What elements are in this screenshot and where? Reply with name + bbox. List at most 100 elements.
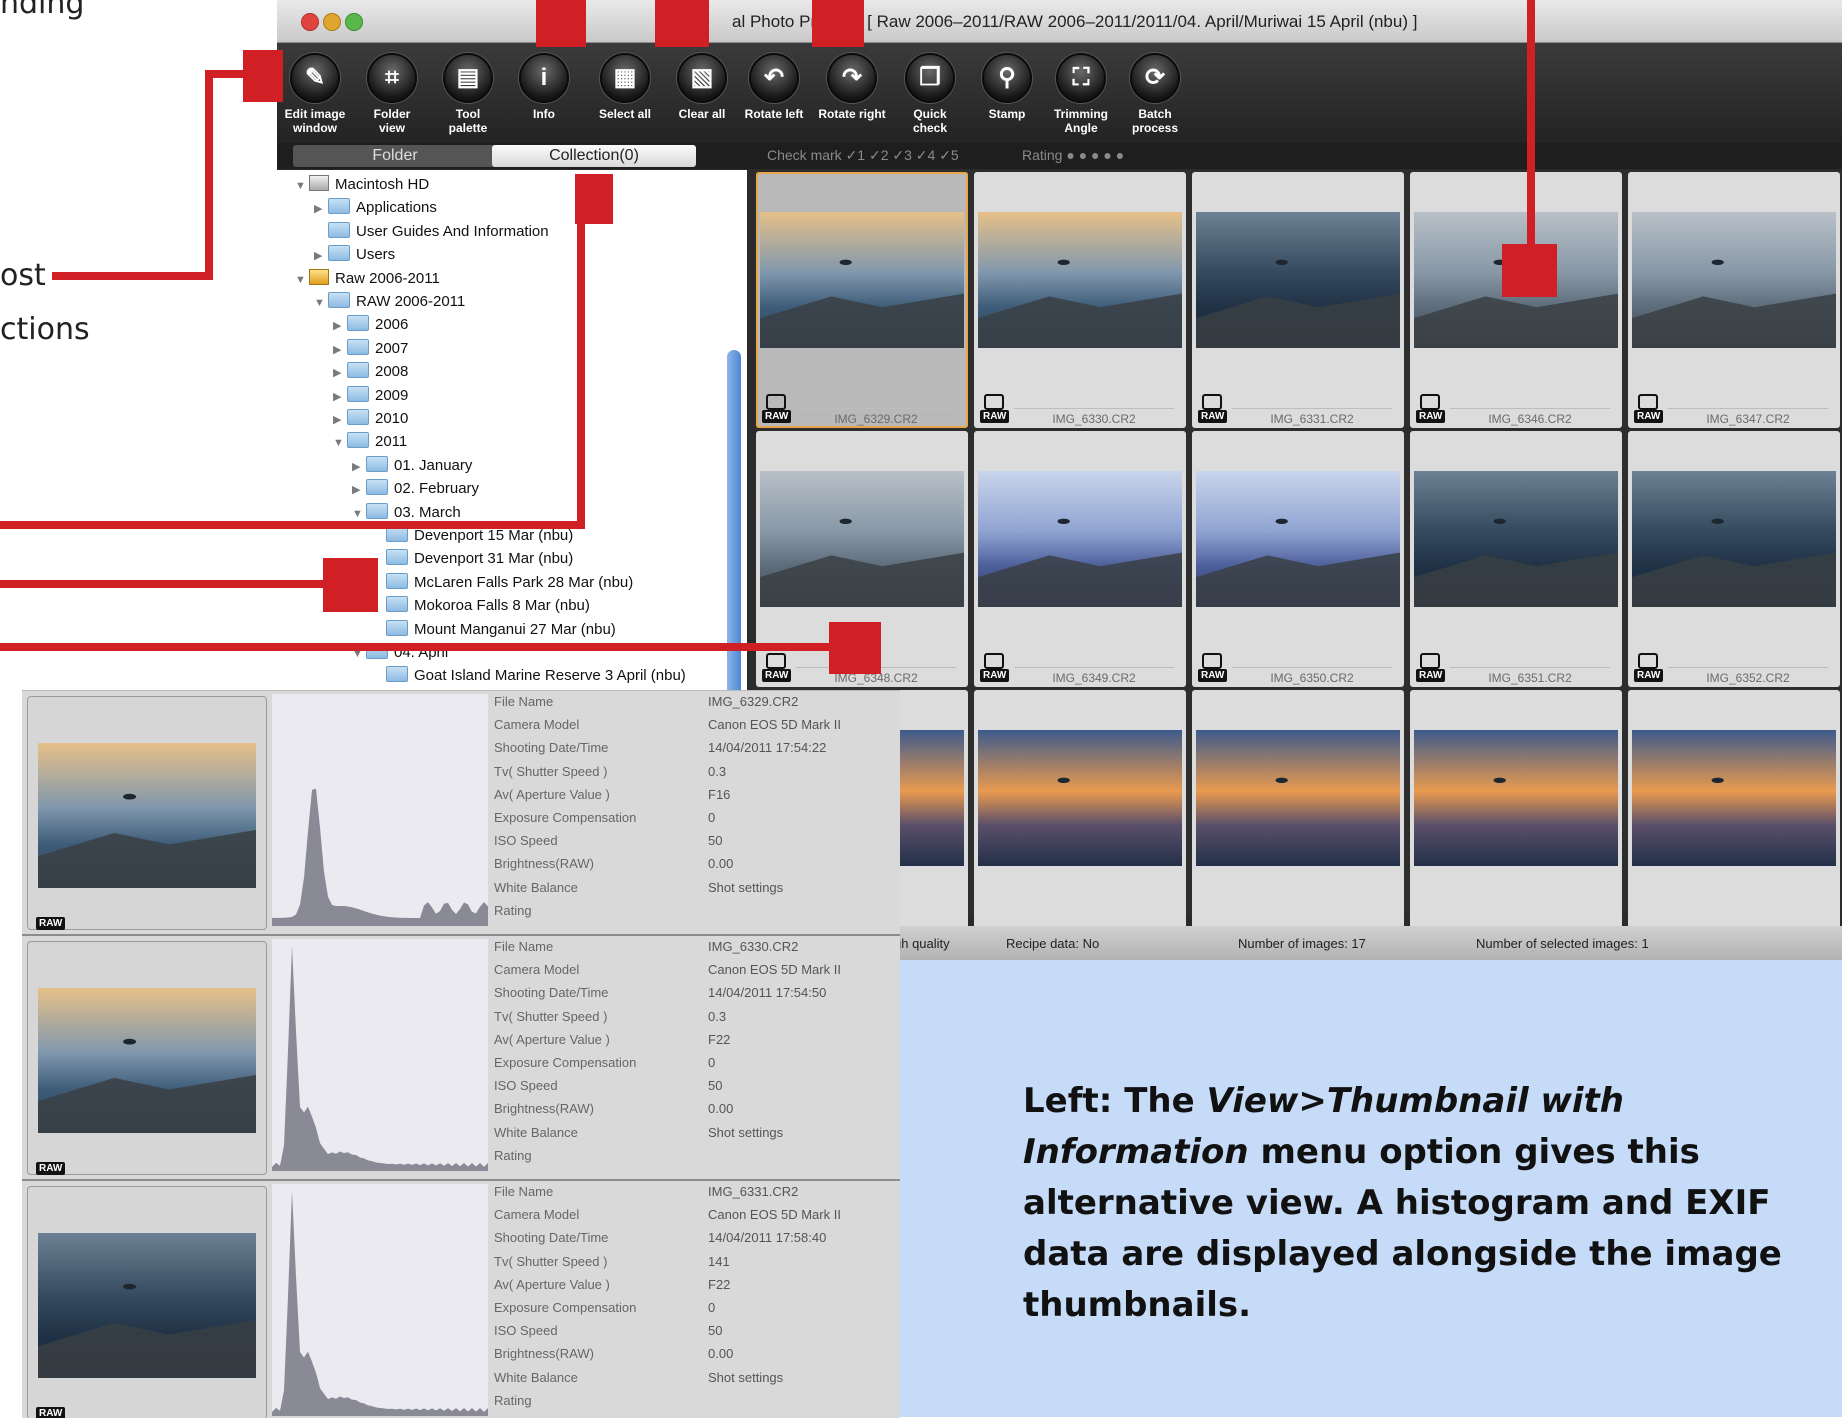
check-mark-filter[interactable]: Check mark ✓1 ✓2 ✓3 ✓4 ✓5: [767, 147, 959, 164]
annotation-line: [0, 643, 829, 651]
tree-item[interactable]: User Guides And Information: [314, 220, 549, 243]
thumbnail-image[interactable]: [1196, 730, 1400, 866]
info-thumbnail-image[interactable]: [38, 1233, 256, 1378]
thumbnail-cell[interactable]: RAW IMG_6351.CR2: [1410, 431, 1622, 687]
info-row[interactable]: RAW File Name IMG_6330.CR2 Camera Model Cano…: [22, 936, 900, 1181]
info-row[interactable]: RAW File Name IMG_6331.CR2 Camera Model Cano…: [22, 1181, 900, 1418]
caption-prefix: Left: The: [1023, 1081, 1207, 1121]
thumbnail-image[interactable]: [1632, 471, 1836, 607]
disclosure-open-icon[interactable]: ▼: [295, 269, 309, 292]
select-all-button[interactable]: ▦ Select all: [587, 53, 663, 121]
minimize-window-button[interactable]: [323, 13, 341, 31]
disclosure-closed-icon[interactable]: ▶: [333, 409, 347, 432]
thumbnail-image[interactable]: [1632, 730, 1836, 866]
disclosure-closed-icon[interactable]: ▶: [333, 362, 347, 385]
tab-folder[interactable]: Folder: [293, 145, 497, 167]
exif-value: 14/04/2011 17:58:40: [708, 1230, 827, 1246]
info-thumbnail-box[interactable]: RAW: [27, 941, 267, 1175]
tree-item[interactable]: ▶ Applications: [314, 196, 437, 219]
exif-label: White Balance: [494, 1124, 578, 1140]
thumbnail-cell[interactable]: RAW IMG_6331.CR2: [1192, 172, 1404, 428]
folder-view-button[interactable]: ⌗ Folder view: [354, 53, 430, 135]
thumbnail-image[interactable]: [978, 212, 1182, 348]
annotation-marker: [1502, 244, 1557, 297]
zoom-window-button[interactable]: [345, 13, 363, 31]
thumbnail-image[interactable]: [978, 471, 1182, 607]
tree-item[interactable]: ▶ 02. February: [352, 477, 479, 500]
disclosure-closed-icon[interactable]: ▶: [352, 479, 366, 502]
disclosure-closed-icon[interactable]: ▶: [314, 245, 328, 268]
info-thumbnail-box[interactable]: RAW: [27, 1186, 267, 1418]
tree-item[interactable]: ▶ 01. January: [352, 454, 472, 477]
thumbnail-cell[interactable]: [974, 690, 1186, 946]
tree-item[interactable]: Goat Island Marine Reserve 3 April (nbu): [372, 664, 686, 687]
status-selected-count: Number of selected images: 1: [1476, 936, 1649, 951]
tree-item[interactable]: ▶ Users: [314, 243, 395, 266]
thumbnail-cell[interactable]: RAW IMG_6349.CR2: [974, 431, 1186, 687]
trimming-angle-button[interactable]: ⛶ Trimming Angle: [1043, 53, 1119, 135]
tree-item[interactable]: ▼ Raw 2006-2011: [295, 267, 440, 290]
thumbnail-cell[interactable]: RAW IMG_6346.CR2: [1410, 172, 1622, 428]
thumbnail-image[interactable]: [1632, 212, 1836, 348]
tree-item[interactable]: ▼ 2011: [333, 430, 407, 453]
edit-image-window-button[interactable]: ✎ Edit image window: [277, 53, 353, 135]
rotate-left-button[interactable]: ↶ Rotate left: [736, 53, 812, 121]
thumbnail-image[interactable]: [1196, 212, 1400, 348]
info-button[interactable]: i Info: [506, 53, 582, 121]
thumbnail-image[interactable]: [1196, 471, 1400, 607]
rating-filter[interactable]: Rating ● ● ● ● ●: [1022, 147, 1124, 163]
thumbnail-image[interactable]: [1414, 730, 1618, 866]
thumbnail-image[interactable]: [760, 471, 964, 607]
thumbnail-cell[interactable]: [1628, 690, 1840, 946]
disclosure-open-icon[interactable]: ▼: [295, 175, 309, 198]
tree-item-label: 2008: [375, 363, 409, 381]
annotation-marker: [655, 0, 709, 47]
thumbnail-cell[interactable]: [1410, 690, 1622, 946]
disclosure-closed-icon[interactable]: ▶: [333, 386, 347, 409]
disclosure-closed-icon[interactable]: ▶: [333, 315, 347, 338]
tree-item[interactable]: ▼ RAW 2006-2011: [314, 290, 465, 313]
thumbnail-cell[interactable]: RAW IMG_6347.CR2: [1628, 172, 1840, 428]
close-window-button[interactable]: [301, 13, 319, 31]
tree-item[interactable]: ▶ 2007: [333, 337, 408, 360]
tree-item[interactable]: ▶ 2006: [333, 313, 408, 336]
tree-item-label: 2009: [375, 386, 409, 404]
tree-item[interactable]: ▼ Macintosh HD: [295, 173, 429, 196]
disclosure-open-icon[interactable]: ▼: [333, 432, 347, 455]
thumbnail-cell[interactable]: RAW IMG_6352.CR2: [1628, 431, 1840, 687]
tree-item[interactable]: Devenport 31 Mar (nbu): [372, 547, 573, 570]
quick-check-button[interactable]: ❐ Quick check: [892, 53, 968, 135]
thumbnail-image[interactable]: [1414, 471, 1618, 607]
tree-item[interactable]: Mokoroa Falls 8 Mar (nbu): [372, 594, 590, 617]
info-thumbnail-box[interactable]: RAW: [27, 696, 267, 930]
thumbnail-cell[interactable]: [1192, 690, 1404, 946]
thumbnail-cell[interactable]: RAW IMG_6350.CR2: [1192, 431, 1404, 687]
info-thumbnail-image[interactable]: [38, 988, 256, 1133]
folder-icon: [386, 572, 408, 589]
thumbnail-image[interactable]: [978, 730, 1182, 866]
thumbnail-cell[interactable]: RAW IMG_6330.CR2: [974, 172, 1186, 428]
rotate-right-button[interactable]: ↷ Rotate right: [814, 53, 890, 121]
thumbnail-image[interactable]: [760, 212, 964, 348]
clear-all-button[interactable]: ▧ Clear all: [664, 53, 740, 121]
batch-process-button[interactable]: ⟳ Batch process: [1117, 53, 1193, 135]
tab-collection[interactable]: Collection(0): [492, 145, 696, 167]
info-thumbnail-image[interactable]: [38, 743, 256, 888]
info-row[interactable]: RAW File Name IMG_6329.CR2 Camera Model Cano…: [22, 691, 900, 936]
exif-value: 0.00: [708, 856, 734, 872]
tree-item[interactable]: ▶ 2010: [333, 407, 408, 430]
thumbnail-cell[interactable]: RAW IMG_6329.CR2: [756, 172, 968, 428]
tree-item[interactable]: Mount Manganui 27 Mar (nbu): [372, 618, 616, 641]
tree-item-label: McLaren Falls Park 28 Mar (nbu): [414, 573, 634, 591]
stamp-button[interactable]: ⚲ Stamp: [969, 53, 1045, 121]
hard-disk-icon: [309, 175, 329, 191]
disclosure-closed-icon[interactable]: ▶: [333, 339, 347, 362]
disclosure-open-icon[interactable]: ▼: [314, 292, 328, 315]
tree-item[interactable]: ▶ 2008: [333, 360, 408, 383]
status-quality: gh quality: [894, 936, 950, 951]
disclosure-closed-icon[interactable]: ▶: [352, 456, 366, 479]
tree-item[interactable]: McLaren Falls Park 28 Mar (nbu): [372, 571, 633, 594]
tree-item[interactable]: ▶ 2009: [333, 384, 408, 407]
tool-palette-button[interactable]: ▤ Tool palette: [430, 53, 506, 135]
disclosure-closed-icon[interactable]: ▶: [314, 198, 328, 221]
